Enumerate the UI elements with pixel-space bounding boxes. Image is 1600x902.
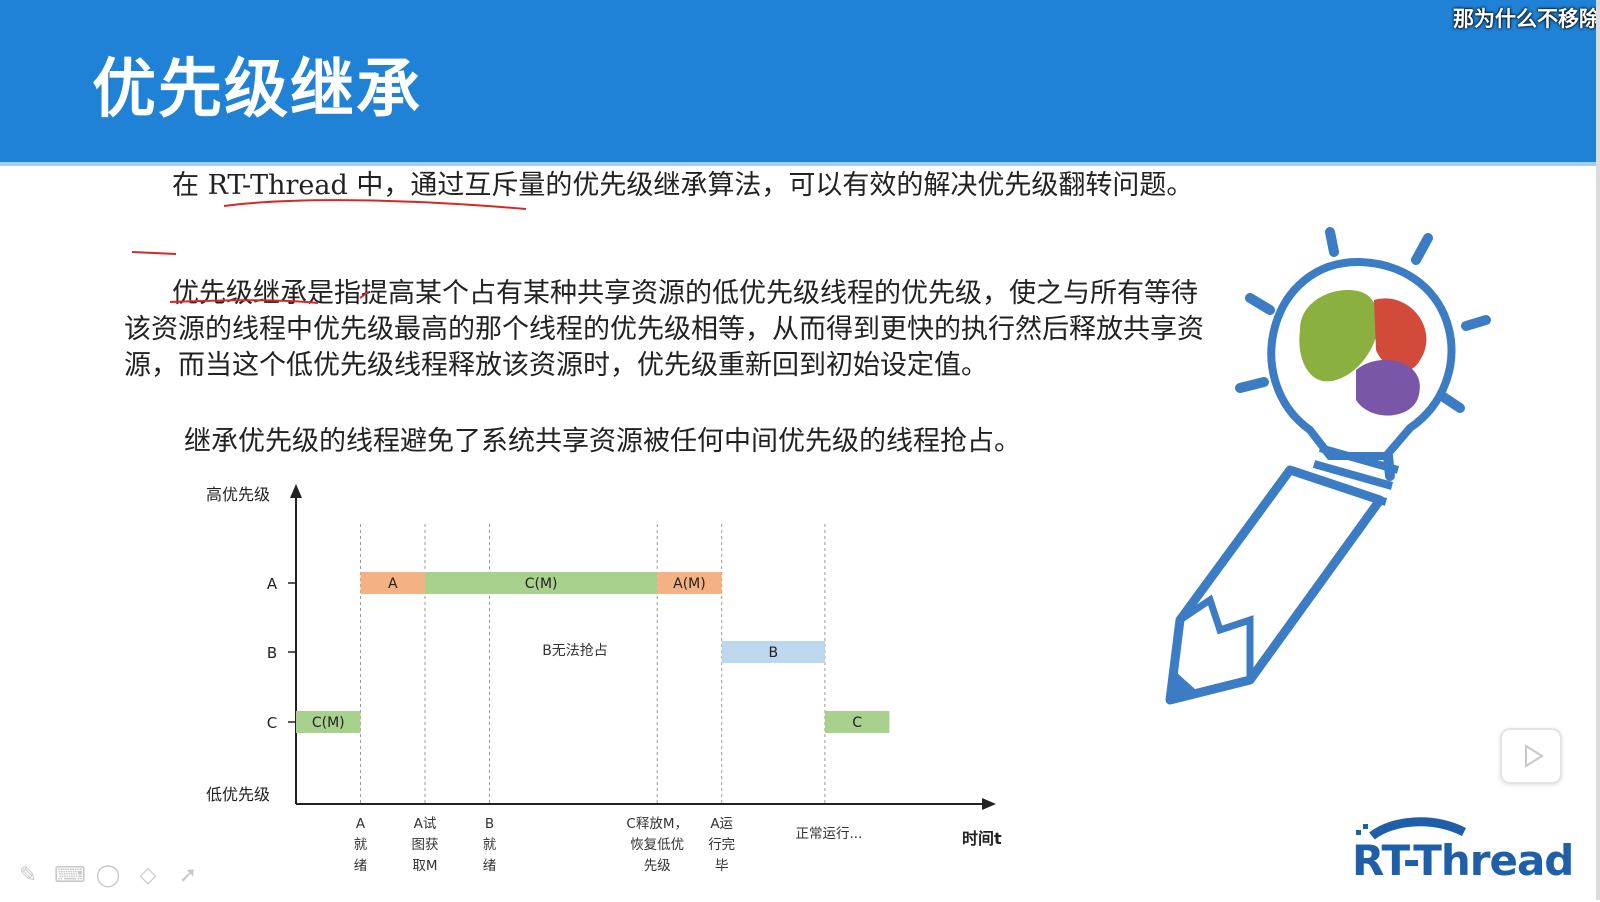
pointer-icon[interactable]: ➚ (174, 862, 202, 890)
event-label: A运 (710, 816, 733, 832)
row-label: C (267, 714, 277, 732)
x-axis-label: 时间t (962, 829, 1002, 848)
event-label: 毕 (715, 858, 729, 874)
event-label: 恢复低优 (630, 836, 684, 853)
event-label: A试 (414, 816, 437, 832)
timeline-bar-label: C(M) (312, 715, 345, 731)
video-caption-overlay: 那为什么不移除 (1453, 7, 1600, 31)
event-label: 正常运行... (795, 826, 862, 842)
keyboard-icon[interactable]: ⌨ (54, 862, 86, 890)
event-label: 行完 (708, 837, 735, 853)
paragraph-intro: 在 RT-Thread 中，通过互斥量的优先级继承算法，可以有效的解决优先级翻转… (172, 170, 1194, 201)
row-label: B (267, 644, 277, 662)
logo-text: RT-Thread (1352, 836, 1574, 885)
annotation-toolbar: ✎ ⌨ ◯ ◇ ➚ (14, 862, 202, 892)
event-label: C释放M， (626, 816, 688, 832)
event-label: 取M (412, 858, 437, 874)
y-axis-top-label: 高优先级 (206, 485, 270, 504)
underline-stroke (131, 251, 177, 255)
pen-icon[interactable]: ✎ (14, 862, 42, 890)
event-label: 绪 (354, 858, 368, 874)
paragraph-conclusion: 继承优先级的线程避免了系统共享资源被任何中间优先级的线程抢占。 (184, 426, 1021, 457)
y-axis-bottom-label: 低优先级 (206, 785, 270, 804)
timeline-bar-label: B (768, 645, 778, 661)
chart-annotation: B无法抢占 (542, 642, 608, 659)
event-label: 就 (354, 837, 368, 853)
priority-timeline-chart: ABC高优先级低优先级时间tC(M)A C(M) A(M)BCB无法抢占A就绪A试图… (206, 484, 1002, 874)
timeline-bar-label: A(M) (673, 576, 706, 592)
event-label: 就 (483, 837, 497, 853)
event-label: A (356, 816, 366, 832)
timeline-bar-label: C (852, 715, 862, 731)
play-button[interactable] (1500, 728, 1562, 784)
title-bar-rule (0, 162, 1600, 166)
eraser-icon[interactable]: ◇ (134, 862, 162, 890)
event-label: 绪 (483, 858, 497, 874)
window-edge (1596, 0, 1600, 900)
timeline-bar-label: A (388, 576, 398, 592)
event-label: 图获 (412, 837, 439, 853)
lightbulb-pencil-illustration (1165, 227, 1491, 705)
timeline-bar-label: C(M) (525, 576, 558, 592)
event-label: B (485, 816, 494, 832)
play-icon (1525, 744, 1544, 768)
rt-thread-logo: RT-Thread (1352, 817, 1600, 900)
lasso-icon[interactable]: ◯ (94, 862, 122, 890)
slide-title: 优先级继承 (92, 52, 422, 127)
row-label: A (267, 575, 278, 593)
paragraph-definition: 优先级继承是指提高某个占有某种共享资源的低优先级线程的优先级，使之与所有等待该资… (124, 278, 1204, 381)
y-axis-arrow (290, 484, 302, 498)
event-label: 先级 (644, 858, 671, 874)
x-axis-arrow (982, 798, 996, 810)
